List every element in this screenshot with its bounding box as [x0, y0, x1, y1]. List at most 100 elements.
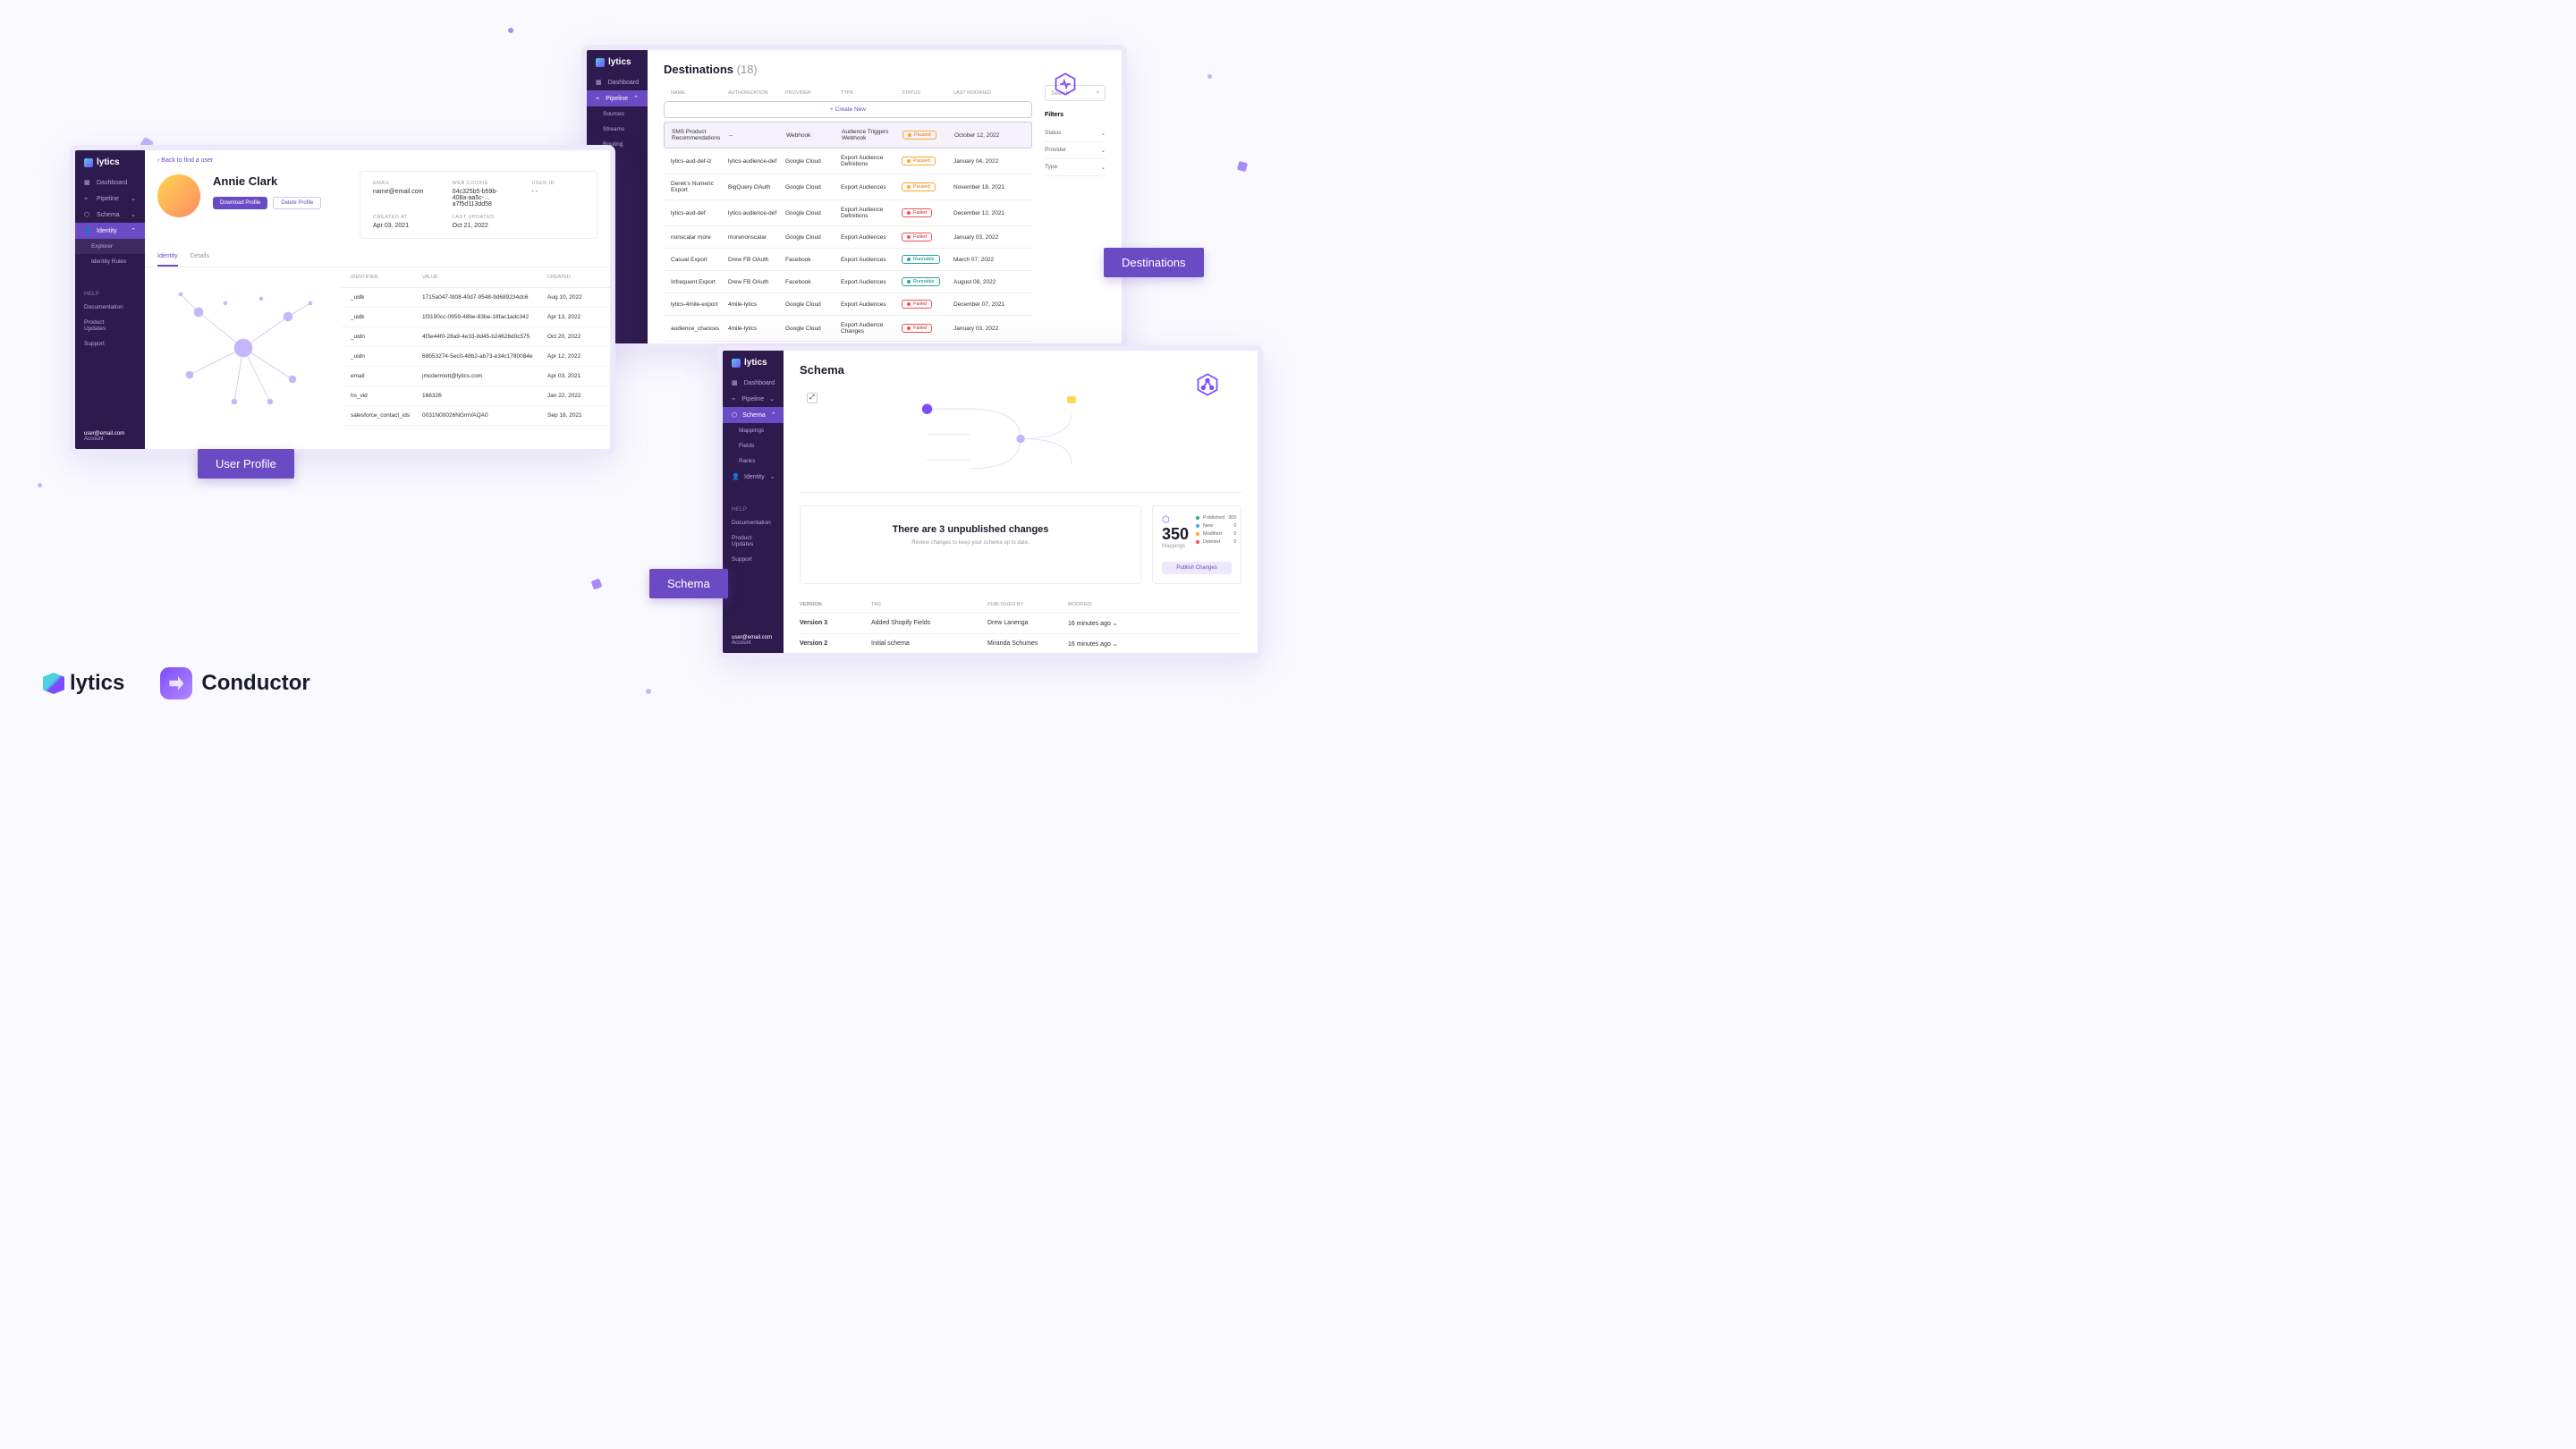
user-profile-window: lytics ▦Dashboard ⌁Pipeline⌄ ⬡Schema⌄ 👤I…: [70, 145, 615, 454]
nav-identity[interactable]: 👤Identity⌃: [75, 223, 145, 239]
page-title: Schema: [784, 351, 1258, 386]
account-info[interactable]: user@email.com Account: [75, 424, 145, 449]
page-title: Destinations (18): [664, 63, 758, 76]
nav-dashboard[interactable]: ▦Dashboard: [587, 74, 648, 90]
footer-logos: lytics Conductor: [43, 667, 310, 699]
filter-status[interactable]: Status⌄: [1045, 125, 1106, 142]
nav-dashboard[interactable]: ▦Dashboard: [723, 375, 784, 391]
nav-schema[interactable]: ⬡Schema⌃: [723, 407, 784, 423]
activity-icon: [1053, 72, 1078, 97]
meta-userid: - -: [531, 189, 584, 195]
nav-pipeline[interactable]: ⌁Pipeline⌃: [587, 90, 648, 106]
table-row[interactable]: Derek's Numeric ExportBigQuery OAuthGoog…: [664, 174, 1032, 200]
table-row[interactable]: lytics-aud-def-lzlytics-audience-defGoog…: [664, 148, 1032, 174]
nav-ranks[interactable]: Ranks: [723, 453, 784, 469]
delete-profile-button[interactable]: Delete Profile: [273, 197, 321, 209]
tab-identity[interactable]: Identity: [157, 248, 178, 267]
table-row[interactable]: salesforce_contact_ids0031N00026NGmVAQA0…: [342, 406, 610, 426]
table-row[interactable]: SMS Product Recommendations--WebhookAudi…: [664, 122, 1032, 148]
table-row[interactable]: non-scalar4mile-non-scalarGoogle CloudEx…: [664, 342, 1032, 343]
table-row[interactable]: Casual ExportDrew FB OAuthFacebookExport…: [664, 249, 1032, 271]
help-updates[interactable]: Product Updates: [84, 315, 136, 336]
table-row[interactable]: _uidk1715a047-fd08-40d7-9548-9d689234dc6…: [342, 288, 610, 308]
nav-pipeline[interactable]: ⌁Pipeline⌄: [723, 391, 784, 407]
sidebar: lytics ▦Dashboard ⌁Pipeline⌄ ⬡Schema⌃ Ma…: [723, 351, 784, 653]
col-identifier: IDENTIFIER: [351, 275, 422, 280]
avatar: [157, 174, 200, 217]
meta-updated: Oct 21, 2022: [453, 223, 505, 229]
stat-row: New0: [1196, 523, 1236, 529]
download-profile-button[interactable]: Download Profile: [213, 197, 267, 209]
user-profile-label: User Profile: [198, 449, 294, 479]
publish-changes-button[interactable]: Publish Changes: [1162, 562, 1232, 574]
filters-panel: Search⌕ Filters Status⌄ Provider⌄ Type⌄: [1045, 85, 1106, 343]
table-row[interactable]: audience_chances4mile-lyticsGoogle Cloud…: [664, 316, 1032, 342]
versions-table: VERSION TAG PUBLISHED BY MODIFIED Versio…: [784, 597, 1258, 653]
table-row[interactable]: Version 3Added Shopify FieldsDrew Laneng…: [800, 614, 1241, 634]
filter-provider[interactable]: Provider⌄: [1045, 142, 1106, 159]
destinations-window: lytics ▦Dashboard ⌁Pipeline⌃ Sources Str…: [581, 45, 1127, 349]
logo: lytics: [587, 50, 648, 74]
help-docs[interactable]: Documentation: [732, 515, 775, 530]
schema-hex-icon: [1195, 372, 1220, 397]
logo: lytics: [723, 351, 784, 375]
table-row[interactable]: lytics-aud-deflytics-audience-defGoogle …: [664, 200, 1032, 226]
chevron-down-icon: ⌄: [1101, 147, 1106, 154]
meta-cookie: 04c325b5-b59b-408a-aa5c-… a7f5d113dd58: [453, 189, 505, 208]
schema-label: Schema: [649, 569, 728, 598]
col-status: STATUS: [902, 90, 953, 96]
nav-identity-rules[interactable]: Identity Rules: [75, 254, 145, 269]
search-icon: ⌕: [1096, 89, 1099, 97]
nav-pipeline[interactable]: ⌁Pipeline⌄: [75, 191, 145, 207]
help-support[interactable]: Support: [84, 336, 136, 352]
sidebar: lytics ▦Dashboard ⌁Pipeline⌄ ⬡Schema⌄ 👤I…: [75, 150, 145, 449]
col-created: CREATED: [547, 275, 601, 280]
table-row[interactable]: emailjmcdermott@lytics.comApr 03, 2021: [342, 367, 610, 386]
table-row[interactable]: hs_vid166326Jan 22, 2022: [342, 386, 610, 406]
identifiers-table: IDENTIFIER VALUE CREATED _uidk1715a047-f…: [342, 267, 610, 428]
schema-window: lytics ▦Dashboard ⌁Pipeline⌄ ⬡Schema⌃ Ma…: [717, 345, 1263, 658]
nav-mappings[interactable]: Mappings: [723, 423, 784, 438]
changes-card: There are 3 unpublished changes Review c…: [800, 505, 1141, 584]
filters-title: Filters: [1045, 112, 1106, 118]
nav-fields[interactable]: Fields: [723, 438, 784, 453]
table-row[interactable]: lytics-4mile-export4mile-lyticsGoogle Cl…: [664, 293, 1032, 316]
nav-identity[interactable]: 👤Identity⌄: [723, 469, 784, 485]
account-info[interactable]: user@email.com Account: [723, 628, 784, 653]
profile-name: Annie Clark: [213, 174, 321, 188]
tab-details[interactable]: Details: [191, 248, 209, 267]
col-name: NAME: [671, 90, 728, 96]
back-link[interactable]: ‹ Back to find a user: [145, 150, 225, 171]
nav-streams[interactable]: Streams: [587, 122, 648, 137]
nav-sources[interactable]: Sources: [587, 106, 648, 122]
stat-row: Modified0: [1196, 531, 1236, 537]
logo: lytics: [75, 150, 145, 174]
col-value: VALUE: [422, 275, 547, 280]
create-new-button[interactable]: + Create New: [664, 101, 1032, 118]
conductor-logo: Conductor: [160, 667, 309, 699]
col-type: TYPE: [841, 90, 902, 96]
meta-email: name@email.com: [373, 189, 426, 195]
chevron-down-icon: ⌄: [1101, 130, 1106, 137]
help-updates[interactable]: Product Updates: [732, 530, 775, 552]
stat-row: Deleted0: [1196, 539, 1236, 545]
table-row[interactable]: _uidn68b53274-5ec0-48b2-ab73-e34c1780084…: [342, 347, 610, 367]
svg-text:$: $: [919, 408, 921, 413]
help-docs[interactable]: Documentation: [84, 300, 136, 315]
schema-graph: ⤢ $: [800, 386, 1241, 493]
col-modified: LAST MODIFIED: [953, 90, 1023, 96]
nav-explorer[interactable]: Explorer: [75, 239, 145, 254]
changes-title: There are 3 unpublished changes: [818, 524, 1123, 535]
table-row[interactable]: Infrequent ExportDrew FB OAuthFacebookEx…: [664, 271, 1032, 293]
table-row[interactable]: _uidk1f3190cc-0959-48be-83be-18fac1adc34…: [342, 308, 610, 327]
nav-schema[interactable]: ⬡Schema⌄: [75, 207, 145, 223]
table-row[interactable]: Version 2Initial schemaMiranda Schumes16…: [800, 634, 1241, 653]
nav-dashboard[interactable]: ▦Dashboard: [75, 174, 145, 191]
help-support[interactable]: Support: [732, 552, 775, 567]
schema-icon: ⬡: [1162, 515, 1189, 525]
lytics-logo: lytics: [43, 671, 124, 696]
table-row[interactable]: _uidn4f3e44f0-28a9-4e33-8d45-b24626d0c57…: [342, 327, 610, 347]
table-row[interactable]: nonscalar moremorenonscalarGoogle CloudE…: [664, 226, 1032, 249]
filter-type[interactable]: Type⌄: [1045, 159, 1106, 176]
stats-card: ⬡ 350 Mappings Published300New0Modified0…: [1152, 505, 1241, 584]
